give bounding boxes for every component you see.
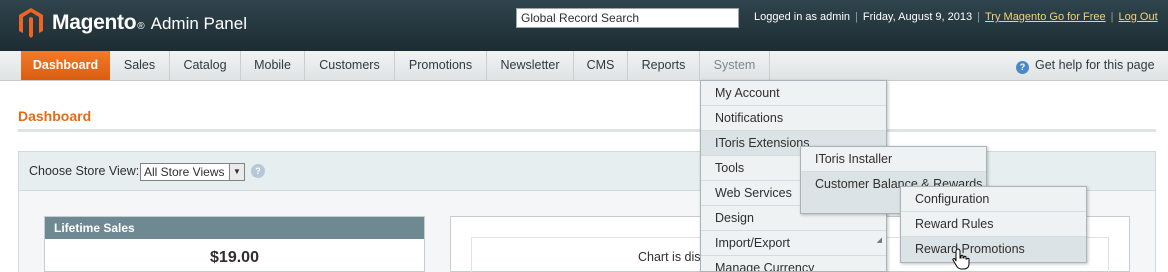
menu-item-manage-currency[interactable]: Manage Currency <box>701 256 886 271</box>
main-navigation: Dashboard Sales Catalog Mobile Customers… <box>0 51 1168 81</box>
user-bar: Logged in as admin | Friday, August 9, 201… <box>754 11 1158 23</box>
menu-item-itoris-installer[interactable]: IToris Installer <box>801 147 986 172</box>
lifetime-sales-box: Lifetime Sales $19.00 <box>44 216 425 272</box>
menu-item-my-account[interactable]: My Account <box>701 81 886 106</box>
admin-header: Magento ® Admin Panel Logged in as admin… <box>0 0 1168 51</box>
store-view-value: All Store Views <box>144 165 225 179</box>
nav-newsletter[interactable]: Newsletter <box>487 51 574 80</box>
rewards-submenu: Configuration Reward Rules Reward Promot… <box>900 186 1087 263</box>
chart-disabled-message: Chart is dis <box>638 250 701 264</box>
help-icon: ? <box>1016 61 1029 74</box>
separator: | <box>1110 11 1114 23</box>
lifetime-sales-value: $19.00 <box>210 249 259 266</box>
hand-cursor-icon <box>952 248 970 270</box>
nav-cms[interactable]: CMS <box>574 51 628 80</box>
help-link[interactable]: ? Get help for this page <box>1016 51 1155 80</box>
nav-catalog[interactable]: Catalog <box>170 51 241 80</box>
menu-item-configuration[interactable]: Configuration <box>901 187 1086 212</box>
menu-item-reward-rules[interactable]: Reward Rules <box>901 212 1086 237</box>
menu-item-import-export[interactable]: Import/Export ◢ <box>701 231 886 256</box>
submenu-arrow-icon: ◢ <box>876 237 882 244</box>
menu-item-label: Tools <box>715 161 745 175</box>
separator: | <box>977 11 980 23</box>
nav-system[interactable]: System <box>700 51 770 80</box>
nav-mobile[interactable]: Mobile <box>241 51 305 80</box>
menu-item-reward-promotions[interactable]: Reward Promotions <box>901 237 1086 262</box>
logo-subtitle: Admin Panel <box>150 14 247 33</box>
nav-reports[interactable]: Reports <box>628 51 700 80</box>
logged-in-text: Logged in as admin <box>754 11 851 23</box>
try-magento-go-link[interactable]: Try Magento Go for Free <box>985 11 1106 23</box>
title-divider <box>18 129 1156 132</box>
lifetime-sales-title: Lifetime Sales <box>45 217 424 239</box>
store-view-select[interactable]: All Store Views ▼ <box>140 163 245 181</box>
global-search-input[interactable] <box>516 8 739 28</box>
store-help-icon[interactable]: ? <box>251 164 265 178</box>
nav-dashboard[interactable]: Dashboard <box>21 51 110 80</box>
menu-item-label: Web Services <box>715 186 792 200</box>
menu-item-label: IToris Extensions <box>715 136 810 150</box>
chevron-down-icon: ▼ <box>229 164 244 180</box>
logo-registered-mark: ® <box>137 21 145 32</box>
logout-link[interactable]: Log Out <box>1119 11 1158 23</box>
current-date: Friday, August 9, 2013 <box>862 11 973 23</box>
magento-logo[interactable]: Magento ® Admin Panel <box>18 7 247 39</box>
store-view-label: Choose Store View: <box>29 164 140 178</box>
magento-logo-icon <box>19 8 43 38</box>
menu-item-notifications[interactable]: Notifications <box>701 106 886 131</box>
nav-customers[interactable]: Customers <box>305 51 395 80</box>
nav-promotions[interactable]: Promotions <box>395 51 487 80</box>
page-title: Dashboard <box>18 108 92 124</box>
nav-sales[interactable]: Sales <box>110 51 170 80</box>
menu-item-label: Import/Export <box>715 236 791 250</box>
help-link-label: Get help for this page <box>1035 58 1155 72</box>
separator: | <box>855 11 858 23</box>
logo-brand-text: Magento <box>52 11 137 34</box>
